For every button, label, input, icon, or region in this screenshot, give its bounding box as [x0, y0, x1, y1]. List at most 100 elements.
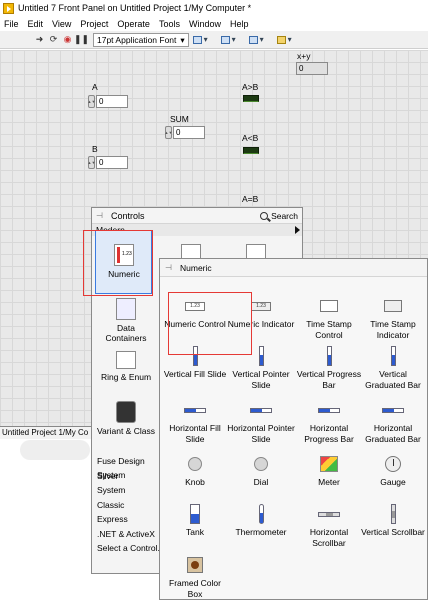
aeqb-label: A=B — [242, 194, 259, 204]
search-button[interactable]: Search — [259, 210, 299, 222]
menu-tools[interactable]: Tools — [159, 19, 180, 29]
dial-icon — [254, 457, 268, 471]
numeric-indicator-icon: 1.23 — [251, 301, 271, 311]
time-stamp-control-item[interactable]: Time Stamp Control — [295, 295, 363, 340]
horizontal-progress-bar-item[interactable]: Horizontal Progress Bar — [295, 399, 363, 444]
horizontal-scrollbar-icon — [318, 511, 340, 517]
horizontal-fill-slide-item[interactable]: Horizontal Fill Slide — [161, 399, 229, 444]
increment-decrement-icon[interactable]: ▲▼ — [88, 156, 95, 169]
item-label: Vertical Progress Bar — [296, 369, 362, 390]
pause-icon[interactable]: ❚❚ — [74, 34, 89, 45]
item-label: Horizontal Scrollbar — [309, 527, 349, 548]
window-title: Untitled 7 Front Panel on Untitled Proje… — [18, 3, 252, 13]
vertical-graduated-bar-item[interactable]: Vertical Graduated Bar — [359, 345, 427, 390]
menu-bar: File Edit View Project Operate Tools Win… — [0, 16, 428, 31]
altb-label: A<B — [242, 133, 259, 143]
knob-item[interactable]: Knob — [161, 453, 229, 488]
menu-edit[interactable]: Edit — [28, 19, 44, 29]
a-value[interactable]: 0 — [96, 95, 128, 108]
controls-palette-header: ⊣ Controls Search — [92, 208, 302, 224]
menu-view[interactable]: View — [52, 19, 71, 29]
ring-enum-icon — [116, 351, 136, 369]
dial-item[interactable]: Dial — [227, 453, 295, 488]
menu-operate[interactable]: Operate — [117, 19, 150, 29]
item-label: Dial — [253, 477, 269, 487]
menu-window[interactable]: Window — [189, 19, 221, 29]
vertical-scrollbar-icon — [390, 504, 396, 524]
menu-project[interactable]: Project — [80, 19, 108, 29]
variant-class-icon — [116, 401, 136, 423]
thumbtack-icon[interactable]: ⊣ — [96, 211, 106, 221]
project-window-tab[interactable]: Untitled Project 1/My Co — [0, 426, 100, 439]
agtb-led[interactable] — [243, 95, 259, 102]
tank-item[interactable]: Tank — [161, 503, 229, 538]
b-value[interactable]: 0 — [96, 156, 128, 169]
horizontal-graduated-bar-item[interactable]: Horizontal Graduated Bar — [359, 399, 427, 444]
thermometer-icon — [258, 504, 264, 524]
gauge-icon — [385, 456, 401, 472]
list-item-express[interactable]: Express — [95, 512, 167, 527]
item-label: Tank — [186, 527, 204, 537]
abort-icon[interactable]: ◉ — [62, 34, 73, 45]
list-item-dotnet[interactable]: .NET & ActiveX — [95, 527, 167, 542]
reorder-button[interactable]: ▾ — [276, 34, 301, 46]
list-item-classic[interactable]: Classic — [95, 498, 167, 513]
list-item-select-control[interactable]: Select a Control... — [95, 541, 167, 556]
font-dropdown[interactable]: 17pt Application Font ▾ — [93, 32, 189, 47]
altb-led[interactable] — [243, 147, 259, 154]
a-numeric-control[interactable]: ▲▼ 0 — [88, 95, 128, 108]
vertical-pointer-slide-icon — [258, 346, 264, 366]
list-item-silver[interactable]: Silver — [95, 469, 167, 484]
align-objects-button[interactable]: ▾ — [192, 34, 217, 46]
align-objects-icon — [192, 35, 202, 44]
search-label: Search — [271, 210, 298, 221]
run-arrow-icon[interactable]: ➜ — [34, 34, 45, 45]
thumbtack-icon[interactable]: ⊣ — [165, 263, 175, 273]
time-stamp-indicator-item[interactable]: Time Stamp Indicator — [359, 295, 427, 340]
item-label: Time Stamp Indicator — [370, 319, 416, 340]
meter-item[interactable]: Meter — [295, 453, 363, 488]
thermometer-item[interactable]: Thermometer — [227, 503, 295, 538]
vertical-scrollbar-item[interactable]: Vertical Scrollbar — [359, 503, 427, 538]
highlight-numeric-control — [168, 292, 252, 355]
vertical-progress-bar-item[interactable]: Vertical Progress Bar — [295, 345, 363, 390]
ring-enum-category[interactable]: Ring & Enum — [96, 351, 156, 382]
item-label: Horizontal Fill Slide — [169, 423, 221, 444]
gauge-item[interactable]: Gauge — [359, 453, 427, 488]
distribute-objects-button[interactable]: ▾ — [220, 34, 245, 46]
item-label: Framed Color Box — [169, 578, 221, 599]
meter-icon — [320, 456, 338, 472]
sum-label: SUM — [170, 114, 189, 124]
item-label: Horizontal Pointer Slide — [227, 423, 295, 444]
item-label: Time Stamp Control — [306, 319, 352, 340]
item-label: Thermometer — [235, 527, 287, 537]
item-label: Meter — [318, 477, 340, 487]
ring-enum-label: Ring & Enum — [100, 372, 152, 382]
horizontal-pointer-slide-item[interactable]: Horizontal Pointer Slide — [227, 399, 295, 444]
variant-class-category[interactable]: Variant & Class — [96, 401, 156, 436]
horizontal-fill-slide-icon — [184, 407, 206, 413]
horizontal-scrollbar-item[interactable]: Horizontal Scrollbar — [295, 503, 363, 548]
item-label: Horizontal Progress Bar — [304, 423, 354, 444]
agtb-label: A>B — [242, 82, 259, 92]
increment-decrement-icon: ▲▼ — [165, 126, 172, 139]
increment-decrement-icon[interactable]: ▲▼ — [88, 95, 95, 108]
tank-icon — [190, 504, 200, 524]
font-dropdown-value: 17pt Application Font — [97, 34, 177, 45]
vertical-progress-bar-icon — [326, 346, 332, 366]
menu-file[interactable]: File — [4, 19, 19, 29]
b-numeric-control[interactable]: ▲▼ 0 — [88, 156, 128, 169]
a-label: A — [92, 82, 98, 92]
data-containers-icon — [116, 298, 136, 320]
xy-indicator: 0 — [296, 62, 328, 75]
data-containers-category[interactable]: Data Containers — [96, 298, 156, 343]
list-item-system[interactable]: System — [95, 483, 167, 498]
horizontal-pointer-slide-icon — [250, 407, 272, 413]
framed-color-box-item[interactable]: Framed Color Box — [161, 554, 229, 599]
sum-indicator: ▲▼ 0 — [165, 126, 205, 139]
resize-objects-button[interactable]: ▾ — [248, 34, 273, 46]
time-stamp-indicator-icon — [384, 300, 402, 312]
list-item-fuse[interactable]: Fuse Design System — [95, 454, 167, 480]
run-continuously-icon[interactable]: ⟳ — [48, 34, 59, 45]
menu-help[interactable]: Help — [230, 19, 249, 29]
